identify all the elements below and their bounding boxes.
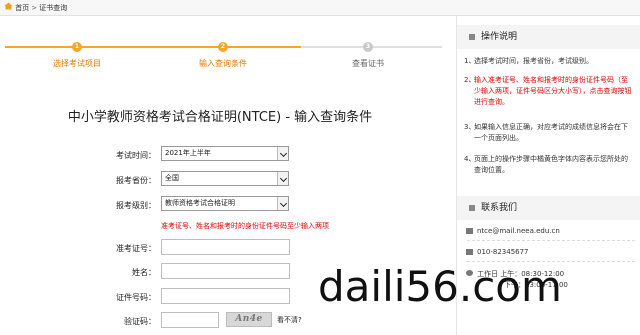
input-requirement-warning: 准考证号、姓名和报考时的身份证件号码至少输入两项 <box>161 222 329 230</box>
breadcrumb-home-link[interactable]: 首页 <box>15 4 29 12</box>
contact-header: 联系我们 <box>457 196 640 220</box>
page-title: 中小学教师资格考试合格证明(NTCE) - 输入查询条件 <box>67 110 373 125</box>
id-number-label: 证件号码： <box>116 293 156 302</box>
home-icon[interactable] <box>4 0 13 16</box>
step-1-marker: 1 <box>72 42 82 52</box>
instruction-text: 如果输入信息正确，对应考试的成绩信息将会在下一个页面列出。 <box>474 123 628 142</box>
contact-phone-text: 010-82345677 <box>477 248 529 256</box>
captcha-image[interactable]: An4e <box>226 312 272 327</box>
breadcrumb: 首页 > 证书查询 <box>0 0 640 16</box>
breadcrumb-current: 证书查询 <box>39 4 68 12</box>
instructions-header: 操作说明 <box>457 25 640 49</box>
chevron-down-icon <box>277 147 288 160</box>
instruction-item-2: 2、 输入准考证号、姓名和报考时的身份证件号码（至少输入两项，证件号码区分大小写… <box>464 75 634 108</box>
ticket-number-label: 准考证号： <box>116 244 156 253</box>
instruction-item-4: 4、 页面上的操作步骤中橘黄色字体内容表示您所处的查询位置。 <box>464 154 634 176</box>
progress-track-done <box>5 46 301 48</box>
contact-email[interactable]: ntce@mail.neea.edu.cn <box>466 227 560 235</box>
chevron-down-icon <box>277 197 288 210</box>
step-2-label: 输入查询条件 <box>199 59 247 68</box>
instruction-num: 4、 <box>464 155 476 163</box>
step-1-label[interactable]: 选择考试项目 <box>53 58 101 69</box>
name-label: 姓名： <box>132 268 156 277</box>
name-input[interactable] <box>161 263 290 279</box>
level-select[interactable]: 教师资格考试合格证明 <box>161 196 289 211</box>
instruction-num: 3、 <box>464 123 476 131</box>
id-number-input[interactable] <box>161 288 290 304</box>
refresh-captcha-link[interactable]: 看不清? <box>277 315 302 325</box>
chevron-down-icon <box>277 172 288 185</box>
instruction-text: 页面上的操作步骤中橘黄色字体内容表示您所处的查询位置。 <box>474 155 628 174</box>
exam-time-label: 考试时间： <box>116 151 156 160</box>
phone-icon <box>466 249 473 255</box>
breadcrumb-separator: > <box>31 4 38 12</box>
instruction-item-1: 1、 选择考试时间，报考省份，考试级别。 <box>464 56 634 67</box>
instruction-item-3: 3、 如果输入信息正确，对应考试的成绩信息将会在下一个页面列出。 <box>464 122 634 144</box>
level-label: 报考级别： <box>116 201 156 210</box>
contact-email-text: ntce@mail.neea.edu.cn <box>477 227 560 235</box>
step-3-marker: 3 <box>363 42 373 52</box>
captcha-input[interactable] <box>161 312 219 328</box>
contact-title: 联系我们 <box>481 203 518 213</box>
captcha-label: 验证码： <box>124 317 156 326</box>
step-progress: 1 2 3 选择考试项目 输入查询条件 查看证书 <box>5 40 442 70</box>
contact-phone: 010-82345677 <box>466 248 529 256</box>
exam-time-select[interactable]: 2021年上半年 <box>161 146 289 161</box>
province-value: 全国 <box>165 174 179 182</box>
exam-time-value: 2021年上半年 <box>165 149 211 157</box>
instruction-text: 输入准考证号、姓名和报考时的身份证件号码（至少输入两项，证件号码区分大小写），点… <box>474 76 632 106</box>
header-square-icon <box>469 34 475 40</box>
step-3-label: 查看证书 <box>352 59 384 68</box>
header-square-icon <box>469 205 475 211</box>
mail-icon <box>466 228 473 234</box>
step-2-marker: 2 <box>218 42 228 52</box>
instruction-num: 1、 <box>464 57 476 65</box>
level-value: 教师资格考试合格证明 <box>165 199 235 207</box>
province-select[interactable]: 全国 <box>161 171 289 186</box>
instruction-num: 2、 <box>464 76 476 84</box>
divider <box>467 240 635 241</box>
watermark-text: daili56.com <box>318 262 562 311</box>
province-label: 报考省份： <box>116 176 156 185</box>
instructions-title: 操作说明 <box>481 32 518 42</box>
ticket-number-input[interactable] <box>161 239 290 255</box>
instruction-text: 选择考试时间，报考省份，考试级别。 <box>474 57 593 65</box>
